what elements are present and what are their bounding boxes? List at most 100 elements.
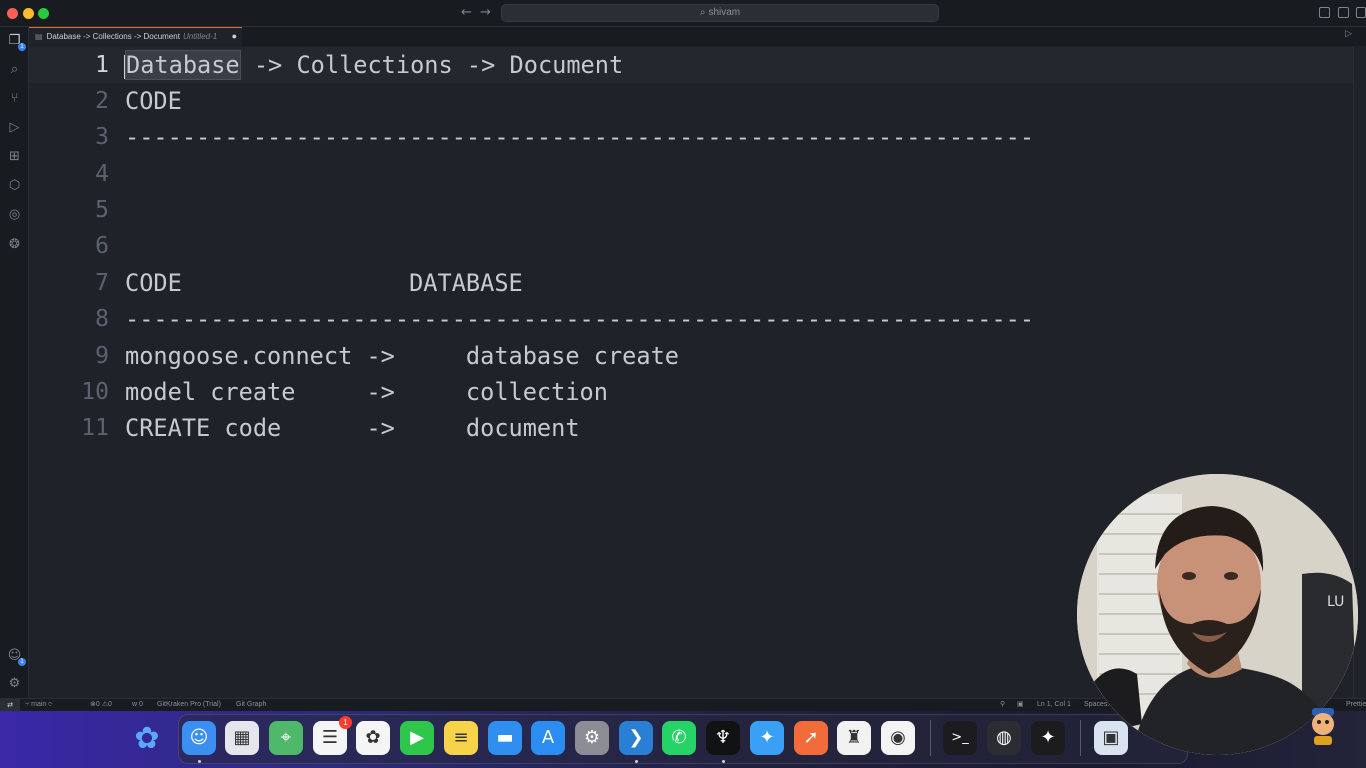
svg-text:LU: LU <box>1327 594 1344 610</box>
remote-indicator-icon[interactable]: ⇄ <box>0 699 20 711</box>
line-text-rest: -> Collections -> Document <box>239 51 624 79</box>
files-icon[interactable]: ❐ 1 <box>7 33 26 51</box>
launchpad-icon[interactable]: ▦ <box>225 721 259 755</box>
file-icon: ▤ <box>35 32 43 41</box>
app-store-icon[interactable]: A <box>531 721 565 755</box>
line-text[interactable]: mongoose.connect -> database create <box>125 338 679 374</box>
chrome-icon[interactable]: ◉ <box>881 721 915 755</box>
gitkraken-status[interactable]: GitKraken Pro (Trial) <box>157 699 221 711</box>
indentation-status[interactable]: Spaces: <box>1084 699 1109 711</box>
editor-line[interactable]: 3 --------------------------------------… <box>29 119 1353 155</box>
postman-icon[interactable]: ➚ <box>794 721 828 755</box>
command-center-search[interactable]: ⌕ shivam <box>501 4 939 22</box>
layout-icon[interactable]: ▣ <box>1017 699 1024 711</box>
line-number: 3 <box>95 124 109 150</box>
editor-line[interactable]: 1 Database -> Collections -> Document <box>29 47 1353 83</box>
search-icon[interactable]: ⌕ <box>7 62 22 77</box>
safari-icon[interactable]: ✦ <box>750 721 784 755</box>
gitlens-icon[interactable]: ◎ <box>7 207 22 222</box>
notes-icon[interactable]: ≡ <box>444 721 478 755</box>
editor-line[interactable]: 5 <box>29 192 1353 228</box>
sync-icon: ⟳ <box>46 701 53 708</box>
editor-line[interactable]: 10 model create -> collection <box>29 374 1353 410</box>
facetime-icon[interactable]: ▶ <box>400 721 434 755</box>
copilot-icon[interactable]: ⚲ <box>1000 699 1005 711</box>
notification-badge: 1 <box>339 716 352 729</box>
finder-icon[interactable]: ☺ <box>182 721 216 755</box>
ports-status[interactable]: ᴡ 0 <box>132 699 143 711</box>
line-text[interactable]: ----------------------------------------… <box>125 119 1034 155</box>
gitkraken-icon[interactable]: ❂ <box>7 237 22 252</box>
line-number: 6 <box>95 233 109 259</box>
keynote-icon[interactable]: ▬ <box>488 721 522 755</box>
unsaved-dot-icon[interactable]: ● <box>232 28 237 45</box>
running-indicator <box>198 760 201 763</box>
line-text[interactable]: CODE DATABASE <box>125 265 523 301</box>
line-text[interactable]: CODE <box>125 83 182 119</box>
tab-untitled-1[interactable]: ▤ Database -> Collections -> Document Unti… <box>29 27 242 46</box>
preview-icon[interactable]: ▣ <box>1094 721 1128 755</box>
system-settings-icon[interactable]: ⚙ <box>575 721 609 755</box>
maps-icon[interactable]: ⌖ <box>269 721 303 755</box>
branch-status[interactable]: ⑂ main ⟳ <box>25 699 53 711</box>
toggle-secondary-sidebar-icon[interactable] <box>1356 7 1366 18</box>
running-indicator <box>722 760 725 763</box>
editor-line[interactable]: 2 CODE <box>29 83 1353 119</box>
whatsapp-icon[interactable]: ✆ <box>662 721 696 755</box>
editor-line[interactable]: 11 CREATE code -> document <box>29 410 1353 446</box>
line-number: 4 <box>95 161 109 187</box>
tab-title: Database -> Collections -> Document <box>46 32 180 41</box>
source-control-icon[interactable]: ⑂ <box>7 91 22 106</box>
editor-line[interactable]: 7 CODE DATABASE <box>29 265 1353 301</box>
figma-icon[interactable]: ✦ <box>1031 721 1065 755</box>
gitkraken-app-icon[interactable]: ♆ <box>706 721 740 755</box>
obs-icon[interactable]: ◍ <box>987 721 1021 755</box>
warnings-count: 0 <box>108 701 112 708</box>
reminders-icon[interactable]: ☰ 1 <box>313 716 352 755</box>
line-number: 1 <box>95 52 109 78</box>
problems-status[interactable]: ⊗0 ⚠0 <box>90 699 112 711</box>
editor-line[interactable]: 6 <box>29 228 1353 264</box>
brave-icon[interactable]: ♜ <box>837 721 871 755</box>
editor-line[interactable]: 4 <box>29 156 1353 192</box>
tab-bar: ▤ Database -> Collections -> Document Unti… <box>29 27 1366 46</box>
run-debug-icon[interactable]: ▷ <box>7 120 22 135</box>
vscode-icon[interactable]: ❯ <box>619 721 653 755</box>
close-window-button[interactable] <box>7 8 18 19</box>
line-text[interactable]: model create -> collection <box>125 374 608 410</box>
minimize-window-button[interactable] <box>23 8 34 19</box>
line-number: 5 <box>95 197 109 223</box>
line-number: 9 <box>95 343 109 369</box>
branch-name: main <box>31 701 47 708</box>
tab-description: Untitled-1 <box>182 32 218 41</box>
dock-separator <box>1080 720 1081 756</box>
problems-count: 0 <box>95 701 100 708</box>
line-number: 7 <box>95 270 109 296</box>
line-text[interactable]: ----------------------------------------… <box>125 301 1034 337</box>
extensions-icon[interactable]: ⊞ <box>7 149 22 164</box>
photos-icon[interactable]: ✿ <box>356 721 390 755</box>
settings-gear-icon[interactable]: ⚙ <box>7 676 22 691</box>
terminal-icon[interactable]: >_ <box>943 721 977 755</box>
accounts-icon[interactable]: ☺ 1 <box>7 648 26 666</box>
ports-icon: ᴡ <box>132 701 139 708</box>
run-icon[interactable]: ▷ <box>1345 29 1352 39</box>
cursor-position[interactable]: Ln 1, Col 1 <box>1037 699 1071 711</box>
maximize-window-button[interactable] <box>38 8 49 19</box>
ports-count: 0 <box>139 701 143 708</box>
activity-bar: ❐ 1 ⌕ ⑂ ▷ ⊞ ⬡ ◎ ❂ ☺ 1 ⚙ <box>0 27 29 698</box>
remote-explorer-icon[interactable]: ⬡ <box>7 178 22 193</box>
channel-avatar-icon <box>1306 706 1340 746</box>
arrow-right-icon[interactable]: → <box>480 5 491 20</box>
toggle-panel-icon[interactable] <box>1338 7 1349 18</box>
line-text[interactable]: CREATE code -> document <box>125 410 580 446</box>
editor-line[interactable]: 9 mongoose.connect -> database create <box>29 338 1353 374</box>
line-text[interactable]: Database -> Collections -> Document <box>124 47 624 83</box>
toggle-sidebar-icon[interactable] <box>1319 7 1330 18</box>
git-graph-status[interactable]: Git Graph <box>236 699 266 711</box>
editor-line[interactable]: 8 --------------------------------------… <box>29 301 1353 337</box>
dock-separator <box>930 720 931 756</box>
selected-word: Database <box>125 50 241 80</box>
arrow-left-icon[interactable]: ← <box>461 5 472 20</box>
prettier-status[interactable]: Prettie <box>1346 699 1366 711</box>
